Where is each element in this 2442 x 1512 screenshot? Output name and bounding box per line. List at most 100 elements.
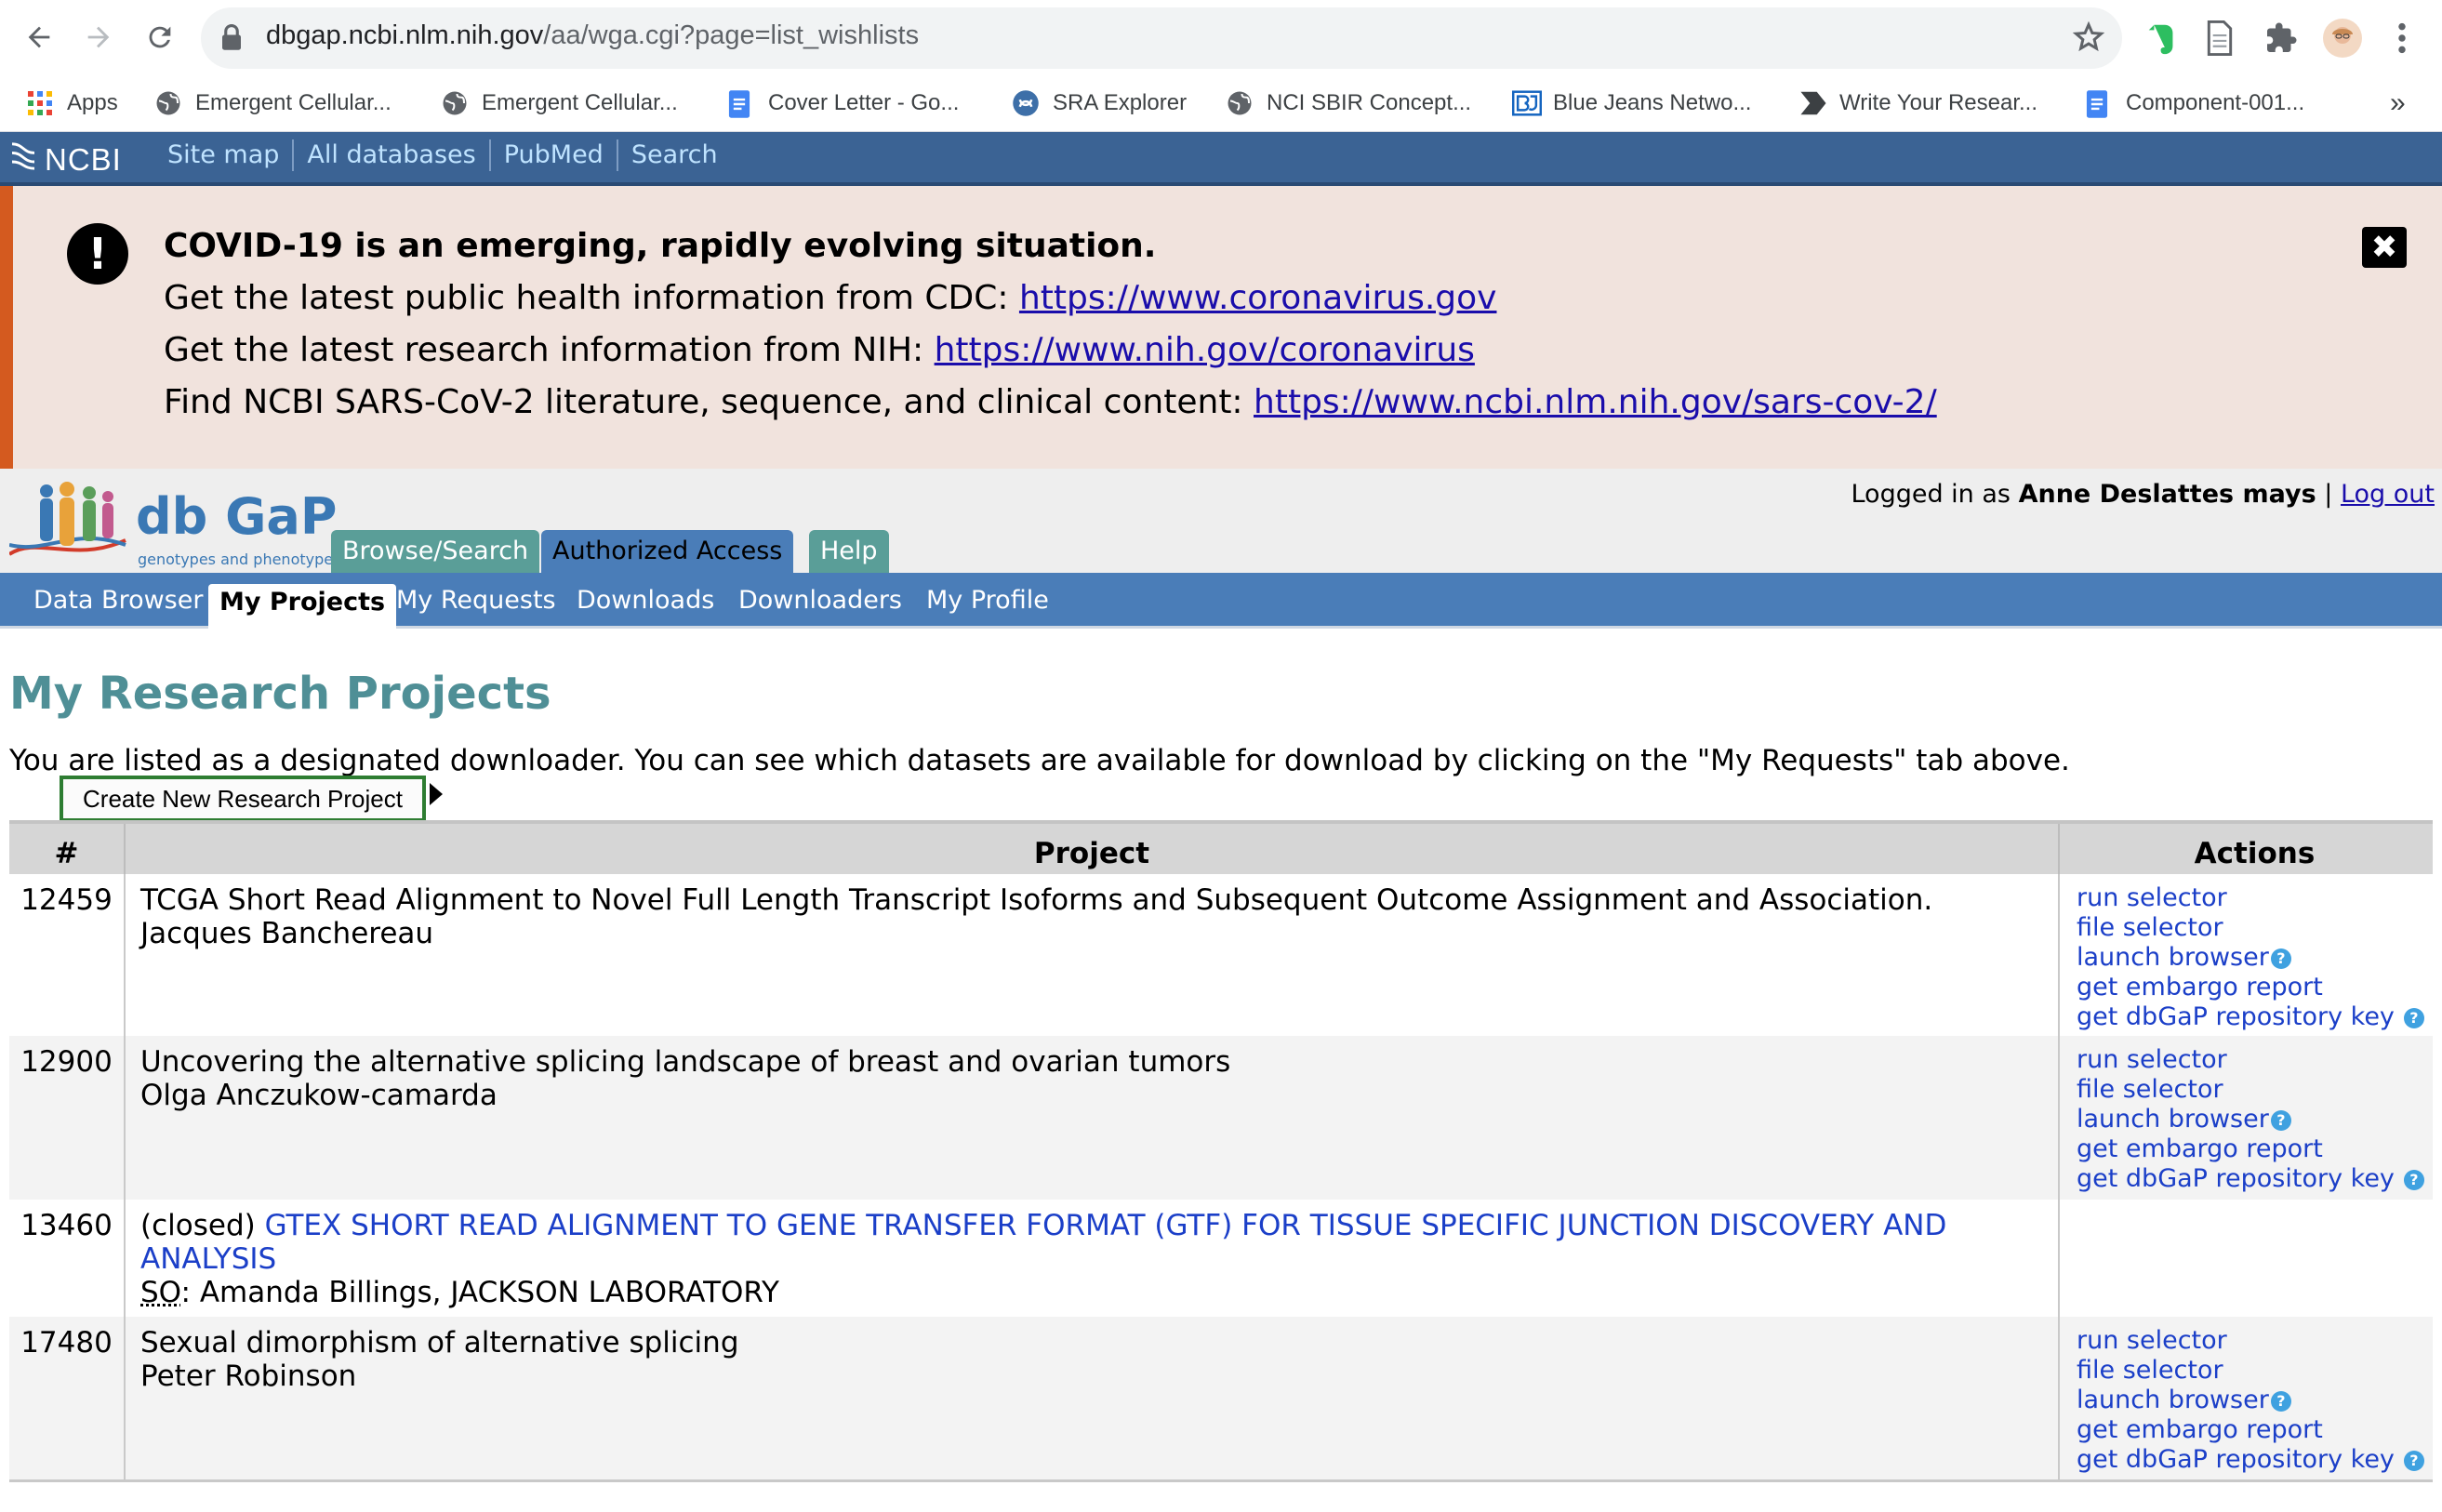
dbgap-logo[interactable]: db GaP genotypes and phenotypes (9, 480, 340, 569)
subtab-data-browser[interactable]: Data Browser (22, 582, 214, 619)
get-repository-key-link[interactable]: get dbGaP repository key (2077, 1164, 2395, 1193)
project-cell: (closed) GTEX SHORT READ ALIGNMENT TO GE… (125, 1200, 2060, 1317)
get-embargo-report-link[interactable]: get embargo report (2077, 1415, 2433, 1445)
tab-help[interactable]: Help (809, 530, 889, 573)
subtab-downloads[interactable]: Downloads (565, 582, 725, 619)
so-label: SO (140, 1276, 181, 1309)
bookmark-label: SRA Explorer (1053, 90, 1188, 115)
get-embargo-report-link[interactable]: get embargo report (2077, 1134, 2433, 1164)
subtab-my-projects[interactable]: My Projects (208, 584, 397, 629)
project-id: 12900 (9, 1036, 126, 1200)
run-selector-link[interactable]: run selector (2077, 1045, 2433, 1075)
covid-line-nih: Get the latest research information from… (164, 331, 1475, 369)
repository-key-item: get dbGaP repository key? (2077, 1164, 2433, 1194)
document-icon[interactable] (2198, 17, 2241, 60)
file-selector-link[interactable]: file selector (2077, 913, 2433, 943)
file-selector-link[interactable]: file selector (2077, 1075, 2433, 1105)
help-icon[interactable]: ? (2270, 948, 2291, 969)
sra-icon (1012, 89, 1040, 117)
table-row: 12900 Uncovering the alternative splicin… (9, 1036, 2433, 1200)
dbgap-logo-subtitle: genotypes and phenotypes (138, 550, 341, 568)
get-repository-key-link[interactable]: get dbGaP repository key (2077, 1002, 2395, 1031)
help-icon[interactable]: ? (2270, 1390, 2291, 1412)
bookmark-emergent-cellular-1[interactable]: Emergent Cellular... (154, 86, 392, 121)
sars-cov-2-link[interactable]: https://www.ncbi.nlm.nih.gov/sars-cov-2/ (1254, 383, 1937, 421)
covid-line-text: Get the latest public health information… (164, 279, 1019, 317)
tab-browse-search[interactable]: Browse/Search (331, 530, 540, 573)
bookmark-label: Apps (67, 90, 118, 115)
site-map-link[interactable]: Site map (154, 139, 295, 171)
logged-in-label: Logged in as (1851, 480, 2019, 509)
projects-table: # Project Actions 12459 TCGA Short Read … (9, 820, 2433, 1482)
reload-icon[interactable] (136, 13, 184, 61)
lock-icon (219, 23, 244, 55)
launch-browser-link[interactable]: launch browser (2077, 1386, 2269, 1414)
forward-arrow-icon[interactable] (74, 13, 123, 61)
logout-link[interactable]: Log out (2341, 480, 2435, 509)
run-selector-link[interactable]: run selector (2077, 1326, 2433, 1356)
help-icon[interactable]: ? (2270, 1109, 2291, 1131)
google-docs-icon (2085, 89, 2113, 118)
bookmark-label: Emergent Cellular... (482, 90, 678, 115)
evernote-icon[interactable] (2141, 17, 2183, 60)
help-icon[interactable]: ? (2403, 1169, 2424, 1190)
covid-line-cdc: Get the latest public health information… (164, 279, 1496, 317)
profile-avatar-icon[interactable] (2321, 17, 2364, 60)
address-bar[interactable]: dbgap.ncbi.nlm.nih.gov/aa/wga.cgi?page=l… (201, 7, 2122, 69)
nih-link[interactable]: https://www.nih.gov/coronavirus (935, 331, 1475, 369)
get-repository-key-link[interactable]: get dbGaP repository key (2077, 1445, 2395, 1474)
project-title-link[interactable]: GTEX SHORT READ ALIGNMENT TO GENE TRANSF… (140, 1209, 1946, 1276)
extensions-puzzle-icon[interactable] (2260, 17, 2303, 60)
launch-browser-link[interactable]: launch browser (2077, 943, 2269, 972)
subtab-my-profile[interactable]: My Profile (915, 582, 1060, 619)
bookmark-blue-jeans[interactable]: Blue Jeans Netwo... (1512, 86, 1751, 121)
write-icon (1798, 89, 1826, 117)
covid-alert-banner: ! COVID-19 is an emerging, rapidly evolv… (0, 186, 2442, 469)
bookmarks-bar: Apps Emergent Cellular... Emergent Cellu… (0, 74, 2442, 132)
covid-line-ncbi: Find NCBI SARS-CoV-2 literature, sequenc… (164, 383, 1937, 421)
ncbi-logo[interactable]: NCBI (9, 139, 122, 180)
covid-title: COVID-19 is an emerging, rapidly evolvin… (164, 227, 1157, 265)
page-title: My Research Projects (9, 668, 551, 720)
kebab-menu-icon[interactable] (2381, 17, 2423, 60)
exclamation-icon: ! (67, 223, 128, 285)
subtab-my-requests[interactable]: My Requests (385, 582, 567, 619)
bookmark-write-research[interactable]: Write Your Resear... (1798, 86, 2037, 121)
covid-line-text: Find NCBI SARS-CoV-2 literature, sequenc… (164, 383, 1254, 421)
bookmark-star-icon[interactable] (2072, 20, 2105, 58)
project-cell: Sexual dimorphism of alternative splicin… (125, 1317, 2060, 1482)
pubmed-link[interactable]: PubMed (491, 139, 618, 171)
table-row: 13460 (closed) GTEX SHORT READ ALIGNMENT… (9, 1200, 2433, 1317)
bookmark-emergent-cellular-2[interactable]: Emergent Cellular... (441, 86, 678, 121)
run-selector-link[interactable]: run selector (2077, 883, 2433, 913)
cdc-link[interactable]: https://www.coronavirus.gov (1019, 279, 1497, 317)
file-selector-link[interactable]: file selector (2077, 1356, 2433, 1386)
subtab-downloaders[interactable]: Downloaders (727, 582, 913, 619)
search-link[interactable]: Search (618, 139, 731, 171)
bookmark-sra-explorer[interactable]: SRA Explorer (1012, 86, 1187, 121)
bookmark-nci-sbir[interactable]: NCI SBIR Concept... (1226, 86, 1471, 121)
tab-authorized-access[interactable]: Authorized Access (541, 530, 794, 573)
get-embargo-report-link[interactable]: get embargo report (2077, 973, 2433, 1002)
close-banner-button[interactable]: ✖ (2362, 227, 2407, 268)
help-icon[interactable]: ? (2403, 1007, 2424, 1028)
bookmarks-overflow-button[interactable]: » (2390, 86, 2406, 121)
repository-key-item: get dbGaP repository key? (2077, 1002, 2433, 1032)
all-databases-link[interactable]: All databases (294, 139, 491, 171)
create-research-project-button[interactable]: Create New Research Project (60, 776, 426, 822)
intro-text: You are listed as a designated downloade… (9, 744, 2070, 777)
back-arrow-icon[interactable] (15, 13, 63, 61)
ncbi-helix-icon (9, 139, 37, 180)
table-row: 12459 TCGA Short Read Alignment to Novel… (9, 874, 2433, 1036)
project-title: TCGA Short Read Alignment to Novel Full … (140, 883, 1933, 917)
bookmark-component[interactable]: Component-001... (2085, 86, 2304, 121)
bookmark-label: Cover Letter - Go... (768, 90, 960, 115)
bookmark-apps[interactable]: Apps (26, 86, 118, 121)
bookmark-label: Blue Jeans Netwo... (1553, 90, 1752, 115)
bookmark-cover-letter[interactable]: Cover Letter - Go... (727, 86, 959, 121)
launch-browser-link[interactable]: launch browser (2077, 1105, 2269, 1134)
header-number: # (9, 820, 126, 874)
bookmark-label: Emergent Cellular... (195, 90, 392, 115)
actions-cell (2059, 1200, 2433, 1317)
help-icon[interactable]: ? (2403, 1450, 2424, 1471)
